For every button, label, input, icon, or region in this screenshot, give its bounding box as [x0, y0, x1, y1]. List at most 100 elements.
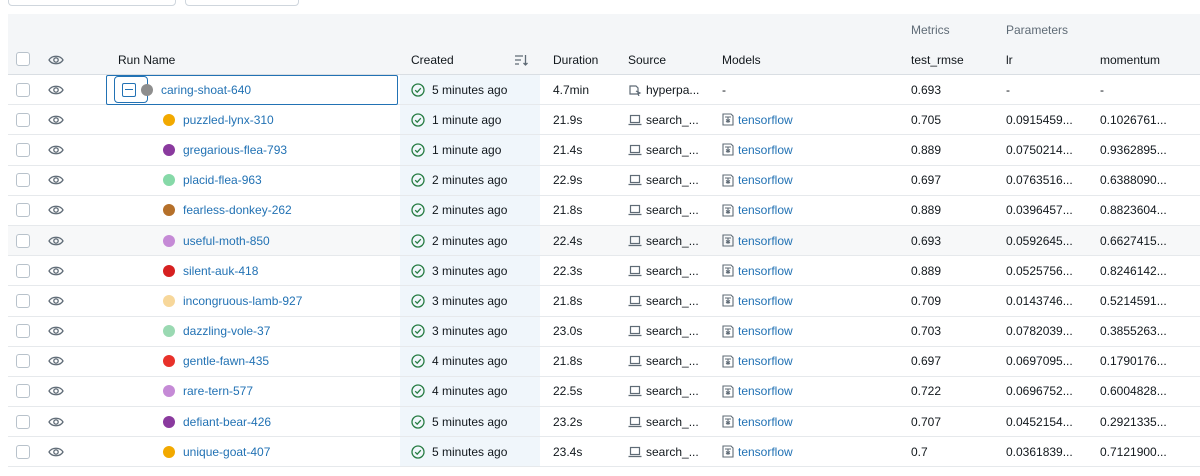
source-value[interactable]: search_... — [646, 173, 699, 187]
run-name[interactable]: dazzling-vole-37 — [183, 324, 270, 338]
row-checkbox[interactable] — [16, 444, 30, 459]
source-value[interactable]: search_... — [646, 445, 699, 459]
filter-control[interactable] — [8, 0, 176, 6]
table-row[interactable]: puzzled-lynx-310 1 minute ago 21.9s sear… — [8, 105, 1200, 136]
table-row[interactable]: gentle-fawn-435 4 minutes ago 21.8s sear… — [8, 346, 1200, 377]
run-name[interactable]: puzzled-lynx-310 — [183, 113, 274, 127]
header-duration[interactable]: Duration — [553, 53, 598, 67]
parent-run-name[interactable]: caring-shoat-640 — [161, 83, 251, 97]
row-checkbox[interactable] — [16, 324, 30, 339]
header-lr[interactable]: lr — [1006, 53, 1013, 67]
table-row[interactable]: gregarious-flea-793 1 minute ago 21.4s s… — [8, 135, 1200, 166]
header-test-rmse[interactable]: test_rmse — [911, 53, 964, 67]
run-name[interactable]: rare-tern-577 — [183, 384, 253, 398]
row-checkbox[interactable] — [16, 354, 30, 369]
source-value[interactable]: search_... — [646, 234, 699, 248]
row-checkbox[interactable] — [16, 263, 30, 278]
sort-descending-icon[interactable] — [514, 53, 528, 67]
table-row[interactable]: fearless-donkey-262 2 minutes ago 21.8s … — [8, 195, 1200, 226]
table-row[interactable]: silent-auk-418 3 minutes ago 22.3s searc… — [8, 256, 1200, 287]
table-row[interactable]: dazzling-vole-37 3 minutes ago 23.0s sea… — [8, 316, 1200, 347]
source-value[interactable]: search_... — [646, 264, 699, 278]
test-rmse-value: 0.703 — [911, 324, 942, 339]
header-created[interactable]: Created — [411, 53, 454, 67]
model-link[interactable]: tensorflow — [738, 384, 793, 398]
eye-icon[interactable] — [48, 235, 64, 247]
row-checkbox[interactable] — [16, 112, 30, 127]
source-value[interactable]: hyperpa... — [646, 83, 699, 97]
source-value[interactable]: search_... — [646, 415, 699, 429]
header-momentum[interactable]: momentum — [1100, 53, 1160, 67]
model-link[interactable]: tensorflow — [738, 203, 793, 217]
source-value[interactable]: search_... — [646, 113, 699, 127]
model-link[interactable]: tensorflow — [738, 234, 793, 248]
model-link[interactable]: tensorflow — [738, 354, 793, 368]
run-color-dot — [163, 204, 175, 217]
run-name[interactable]: silent-auk-418 — [183, 264, 258, 278]
eye-icon[interactable] — [48, 174, 64, 186]
row-checkbox[interactable] — [16, 203, 30, 218]
table-row-parent[interactable]: caring-shoat-640 5 minutes ago 4.7min hy… — [8, 75, 1200, 106]
model-link[interactable]: tensorflow — [738, 415, 793, 429]
run-name[interactable]: fearless-donkey-262 — [183, 203, 292, 217]
eye-icon[interactable] — [48, 295, 64, 307]
eye-icon[interactable] — [48, 446, 64, 458]
table-row[interactable]: rare-tern-577 4 minutes ago 22.5s search… — [8, 376, 1200, 408]
source-value[interactable]: search_... — [646, 384, 699, 398]
source-value[interactable]: search_... — [646, 203, 699, 217]
select-all-checkbox[interactable] — [16, 52, 30, 66]
eye-icon[interactable] — [48, 325, 64, 337]
momentum-value: 0.2921335... — [1100, 414, 1167, 429]
row-checkbox[interactable] — [16, 414, 30, 429]
row-checkbox[interactable] — [16, 82, 30, 97]
model-link[interactable]: tensorflow — [738, 113, 793, 127]
source-value[interactable]: search_... — [646, 143, 699, 157]
run-name[interactable]: incongruous-lamb-927 — [183, 294, 302, 308]
eye-icon[interactable] — [48, 416, 64, 428]
duration-value: 21.8s — [553, 293, 583, 308]
table-row[interactable]: unique-goat-407 5 minutes ago 23.4s sear… — [8, 437, 1200, 468]
run-name[interactable]: gentle-fawn-435 — [183, 354, 269, 368]
eye-icon[interactable] — [48, 355, 64, 367]
run-name[interactable]: unique-goat-407 — [183, 445, 270, 459]
row-checkbox[interactable] — [16, 384, 30, 399]
header-models[interactable]: Models — [722, 53, 761, 67]
eye-icon[interactable] — [48, 385, 64, 397]
table-row[interactable]: defiant-bear-426 5 minutes ago 23.2s sea… — [8, 407, 1200, 438]
row-checkbox[interactable] — [16, 293, 30, 308]
model-link[interactable]: tensorflow — [738, 445, 793, 459]
table-row[interactable]: placid-flea-963 2 minutes ago 22.9s sear… — [8, 165, 1200, 196]
source-value[interactable]: search_... — [646, 324, 699, 338]
row-checkbox[interactable] — [16, 142, 30, 157]
model-link[interactable]: tensorflow — [738, 143, 793, 157]
run-name[interactable]: gregarious-flea-793 — [183, 143, 287, 157]
run-color-dot — [163, 325, 175, 338]
eye-icon[interactable] — [48, 204, 64, 216]
run-name[interactable]: defiant-bear-426 — [183, 415, 271, 429]
view-control[interactable] — [185, 0, 299, 6]
eye-icon[interactable] — [48, 265, 64, 277]
row-checkbox[interactable] — [16, 233, 30, 248]
duration-value: 23.4s — [553, 444, 583, 459]
row-checkbox[interactable] — [16, 173, 30, 188]
eye-icon[interactable] — [48, 144, 64, 156]
model-link[interactable]: tensorflow — [738, 264, 793, 278]
model-link[interactable]: tensorflow — [738, 324, 793, 338]
source-value[interactable]: search_... — [646, 354, 699, 368]
duration-value: 22.4s — [553, 233, 583, 248]
run-name[interactable]: placid-flea-963 — [183, 173, 262, 187]
table-row[interactable]: incongruous-lamb-927 3 minutes ago 21.8s… — [8, 286, 1200, 317]
source-value[interactable]: search_... — [646, 294, 699, 308]
eye-icon[interactable] — [48, 84, 64, 96]
model-link[interactable]: tensorflow — [738, 294, 793, 308]
model-link[interactable]: tensorflow — [738, 173, 793, 187]
eye-icon[interactable] — [48, 54, 64, 66]
header-run-name[interactable]: Run Name — [118, 53, 175, 67]
table-row[interactable]: useful-moth-850 2 minutes ago 22.4s sear… — [8, 225, 1200, 257]
test-rmse-value: 0.697 — [911, 354, 942, 369]
tensorflow-model-icon — [722, 325, 734, 338]
eye-icon[interactable] — [48, 114, 64, 126]
header-source[interactable]: Source — [628, 53, 666, 67]
collapse-icon[interactable] — [122, 82, 136, 97]
run-name[interactable]: useful-moth-850 — [183, 234, 270, 248]
